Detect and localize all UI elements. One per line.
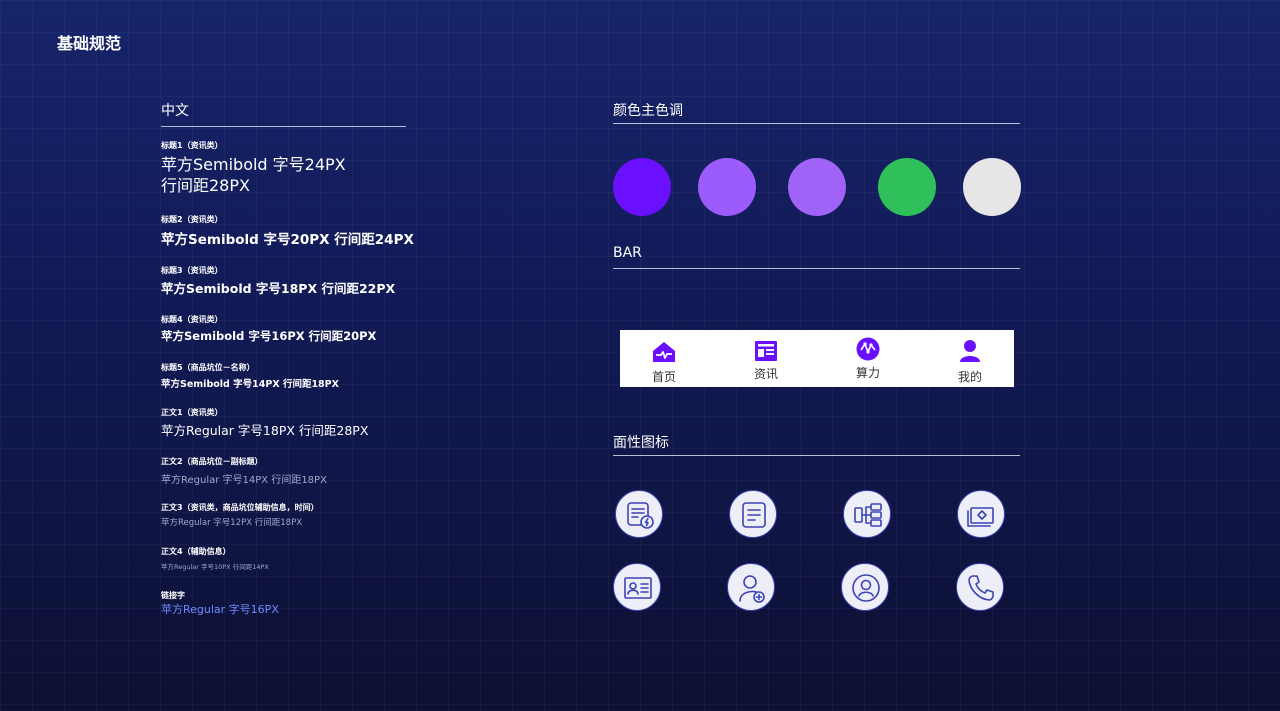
section-divider-flat-icons <box>613 455 1020 456</box>
section-title-colors: 颜色主色调 <box>613 103 683 119</box>
typography-label-h2: 标题2（资讯类） <box>161 215 223 224</box>
section-title-flat-icons: 面性图标 <box>613 435 669 451</box>
phone-icon <box>956 563 1004 611</box>
color-swatch-purple-medium <box>788 158 846 216</box>
typography-sample-body4: 苹方Regular 字号10PX 行间距14PX <box>161 563 269 571</box>
typography-sample-h1: 苹方Semibold 字号24PX 行间距28PX <box>161 154 346 196</box>
typography-sample-h1-line2: 行间距28PX <box>161 176 250 195</box>
typography-sample-body2: 苹方Regular 字号14PX 行间距18PX <box>161 475 327 486</box>
section-divider-chinese <box>161 126 406 127</box>
ticket-icon <box>957 490 1005 538</box>
bottom-tab-bar: 首页 资讯 算力 我的 <box>620 330 1014 387</box>
typography-sample-h3: 苹方Semibold 字号18PX 行间距22PX <box>161 281 396 296</box>
tab-news-label: 资讯 <box>753 367 778 381</box>
news-icon <box>755 341 777 361</box>
typography-sample-h1-line1: 苹方Semibold 字号24PX <box>161 155 346 174</box>
typography-label-h1: 标题1（资讯类） <box>161 141 223 150</box>
home-icon <box>653 342 675 362</box>
id-card-icon <box>613 563 661 611</box>
computing-power-icon <box>856 337 880 361</box>
section-divider-bar <box>613 268 1020 269</box>
typography-sample-h4: 苹方Semibold 字号16PX 行间距20PX <box>161 329 377 343</box>
color-swatch-purple-light <box>698 158 756 216</box>
typography-sample-body3: 苹方Regular 字号12PX 行间距18PX <box>161 518 303 528</box>
document-lightning-icon <box>615 490 663 538</box>
typography-sample-h5: 苹方Semibold 字号14PX 行间距18PX <box>161 379 339 390</box>
tab-computing-power-label: 算力 <box>855 366 880 380</box>
color-swatch-green <box>878 158 936 216</box>
typography-sample-link: 苹方Regular 字号16PX <box>161 603 279 616</box>
section-divider-colors <box>613 123 1020 124</box>
typography-label-h4: 标题4（资讯类） <box>161 315 223 324</box>
add-user-icon <box>727 563 775 611</box>
tab-profile-label: 我的 <box>957 370 982 384</box>
typography-label-h5: 标题5（商品坑位－名称） <box>161 363 255 372</box>
typography-label-body2: 正文2（商品坑位－副标题） <box>161 457 263 466</box>
profile-icon <box>960 340 980 362</box>
section-title-bar: BAR <box>613 245 642 261</box>
tab-home-label: 首页 <box>651 370 676 384</box>
typography-label-link: 链接字 <box>161 591 185 600</box>
typography-label-body4: 正文4（辅助信息） <box>161 547 231 556</box>
tab-computing-power[interactable]: 算力 <box>828 330 908 387</box>
section-title-chinese: 中文 <box>161 103 189 119</box>
typography-label-body3: 正文3（资讯类，商品坑位辅助信息，时间） <box>161 503 319 512</box>
typography-sample-h2: 苹方Semibold 字号20PX 行间距24PX <box>161 232 414 248</box>
color-swatch-gray <box>963 158 1021 216</box>
page-title: 基础规范 <box>57 34 122 53</box>
typography-label-h3: 标题3（资讯类） <box>161 266 223 275</box>
tab-home[interactable]: 首页 <box>624 330 704 387</box>
typography-sample-body1: 苹方Regular 字号18PX 行间距28PX <box>161 423 369 438</box>
user-circle-icon <box>841 563 889 611</box>
color-swatch-primary <box>613 158 671 216</box>
flowchart-icon <box>843 490 891 538</box>
tab-profile[interactable]: 我的 <box>930 330 1010 387</box>
document-icon <box>729 490 777 538</box>
typography-label-body1: 正文1（资讯类） <box>161 408 223 417</box>
tab-news[interactable]: 资讯 <box>726 330 806 387</box>
